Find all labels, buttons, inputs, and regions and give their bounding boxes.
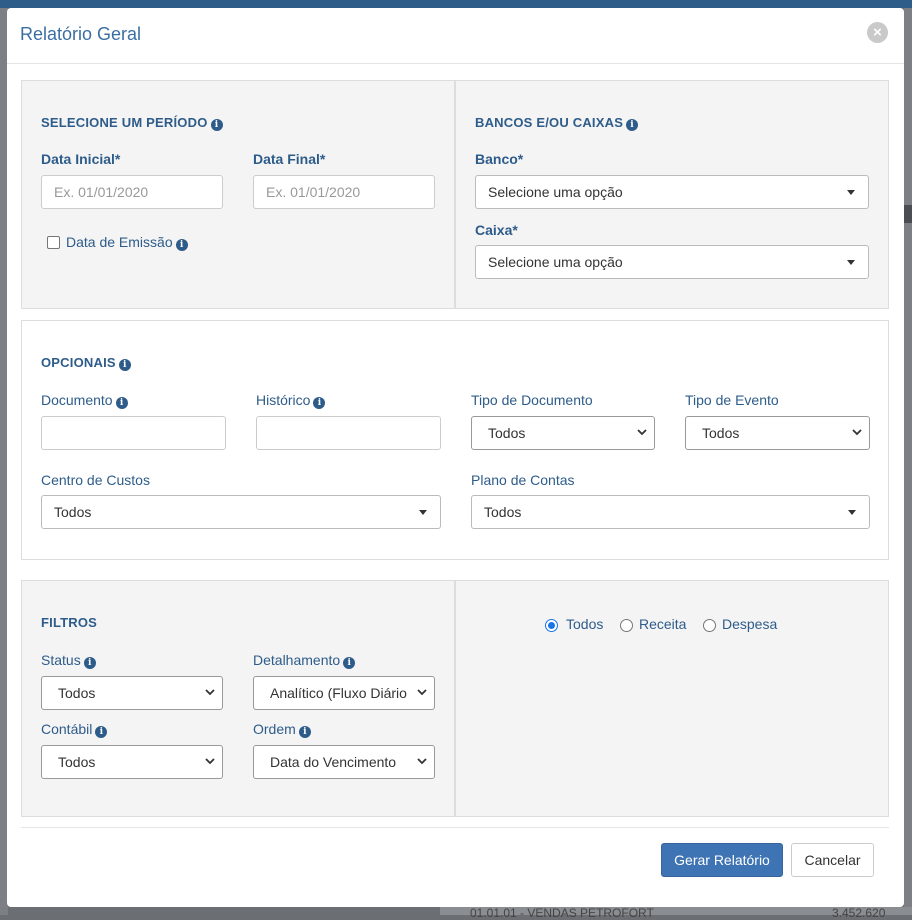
tipo-panel: Todos Receita Despesa — [455, 580, 889, 817]
caret-down-icon — [848, 510, 856, 515]
background-row-text: 01.01.01 - VENDAS PETROFORT — [470, 906, 654, 920]
tipo-documento-label: Tipo de Documento — [471, 392, 593, 408]
tipo-evento-select[interactable]: Todos — [685, 416, 870, 450]
chevron-down-icon — [417, 689, 427, 696]
background-topbar — [0, 0, 912, 8]
banco-label: Banco* — [475, 151, 524, 167]
centro-custos-select[interactable]: Todos — [41, 495, 441, 529]
periodo-panel: SELECIONE UM PERÍODOi Data Inicial* Data… — [21, 80, 455, 309]
detalhamento-select[interactable]: Analítico (Fluxo Diário — [253, 676, 435, 710]
bancos-panel: BANCOS E/OU CAIXAS i Banco* Selecione uma… — [455, 80, 889, 309]
data-inicial-label: Data Inicial* — [41, 151, 121, 167]
chevron-down-icon — [852, 429, 862, 436]
info-icon[interactable]: i — [118, 359, 131, 371]
plano-contas-select[interactable]: Todos — [471, 495, 870, 529]
data-emissao-checkbox[interactable] — [47, 236, 60, 249]
centro-custos-label: Centro de Custos — [41, 472, 150, 488]
caixa-select-value: Selecione uma opção — [488, 254, 623, 270]
radio-despesa-label[interactable]: Despesa — [722, 616, 777, 632]
background-row-value: 3.452.620 — [832, 906, 886, 920]
background-right-bar — [904, 205, 912, 223]
filtros-title: FILTROS — [41, 615, 98, 630]
banco-select-value: Selecione uma opção — [488, 184, 623, 200]
documento-label-text: Documento — [41, 392, 113, 408]
data-final-label: Data Final* — [253, 151, 326, 167]
periodo-title-text: SELECIONE UM PERÍODO — [41, 115, 208, 130]
radio-todos[interactable] — [545, 619, 558, 632]
bancos-title: BANCOS E/OU CAIXAS i — [475, 115, 639, 131]
contabil-label-text: Contábil — [41, 721, 93, 737]
caixa-select[interactable]: Selecione uma opção — [475, 245, 869, 279]
data-emissao-label-text: Data de Emissão — [66, 234, 173, 250]
status-select[interactable]: Todos — [41, 676, 223, 710]
documento-input[interactable] — [41, 416, 226, 450]
opcionais-panel: OPCIONAIS i Documento i Histórico i Tipo de… — [21, 320, 889, 560]
chevron-down-icon — [637, 429, 647, 436]
historico-input[interactable] — [256, 416, 441, 450]
plano-contas-label: Plano de Contas — [471, 472, 575, 488]
opcionais-title-text: OPCIONAIS — [41, 355, 116, 370]
ordem-label: Ordem i — [253, 721, 311, 738]
caret-down-icon — [847, 260, 855, 265]
chevron-down-icon — [205, 758, 215, 765]
info-icon[interactable]: i — [210, 119, 223, 131]
info-icon[interactable]: i — [343, 657, 356, 669]
chevron-down-icon — [417, 758, 427, 765]
cancelar-button[interactable]: Cancelar — [791, 843, 874, 877]
banco-select[interactable]: Selecione uma opção — [475, 175, 869, 209]
bancos-title-text: BANCOS E/OU CAIXAS — [475, 115, 624, 130]
status-label-text: Status — [41, 652, 81, 668]
contabil-select[interactable]: Todos — [41, 745, 223, 779]
modal-title: Relatório Geral — [20, 24, 142, 44]
info-icon[interactable]: i — [115, 397, 128, 409]
modal-header: Relatório Geral × — [7, 8, 904, 64]
close-icon[interactable]: × — [867, 22, 888, 43]
caixa-label: Caixa* — [475, 222, 518, 238]
data-emissao-label[interactable]: Data de Emissão i — [66, 234, 188, 251]
info-icon[interactable]: i — [83, 657, 96, 669]
detalhamento-value: Analítico (Fluxo Diário — [270, 685, 407, 701]
relatorio-modal: Relatório Geral × SELECIONE UM PERÍODO i … — [7, 8, 904, 907]
radio-despesa[interactable] — [703, 619, 716, 632]
info-icon[interactable]: i — [95, 726, 108, 738]
radio-receita-label[interactable]: Receita — [639, 616, 686, 632]
historico-label-text: Histórico — [256, 392, 311, 408]
radio-receita[interactable] — [620, 619, 633, 632]
radio-todos-label[interactable]: Todos — [566, 616, 603, 632]
status-value: Todos — [58, 685, 96, 701]
tipo-evento-value: Todos — [702, 425, 740, 441]
tipo-documento-value: Todos — [488, 425, 526, 441]
tipo-documento-select[interactable]: Todos — [471, 416, 655, 450]
detalhamento-label: Detalhamento i — [253, 652, 356, 669]
info-icon[interactable]: i — [298, 726, 311, 738]
plano-contas-value: Todos — [484, 504, 522, 520]
periodo-title: SELECIONE UM PERÍODO i — [41, 115, 223, 131]
caret-down-icon — [847, 190, 855, 195]
data-inicial-input[interactable] — [41, 175, 223, 209]
info-icon[interactable]: i — [313, 397, 326, 409]
caret-down-icon — [419, 510, 427, 515]
detalhamento-label-text: Detalhamento — [253, 652, 341, 668]
documento-label: Documento i — [41, 392, 128, 409]
background-edge-right — [904, 8, 912, 915]
contabil-value: Todos — [58, 754, 96, 770]
tipo-evento-label: Tipo de Evento — [685, 392, 779, 408]
ordem-select[interactable]: Data do Vencimento — [253, 745, 435, 779]
info-icon[interactable]: i — [175, 239, 188, 251]
footer-divider — [21, 827, 889, 828]
gerar-relatorio-button[interactable]: Gerar Relatório — [661, 843, 783, 877]
ordem-value: Data do Vencimento — [270, 754, 397, 770]
info-icon[interactable]: i — [626, 119, 639, 131]
chevron-down-icon — [205, 689, 215, 696]
ordem-label-text: Ordem — [253, 721, 296, 737]
opcionais-title: OPCIONAIS i — [41, 355, 131, 371]
contabil-label: Contábil i — [41, 721, 108, 738]
filtros-panel: FILTROS Status i Todos Detalhamento i Anal… — [21, 580, 455, 817]
status-label: Status i — [41, 652, 96, 669]
centro-custos-value: Todos — [54, 504, 92, 520]
data-final-input[interactable] — [253, 175, 435, 209]
historico-label: Histórico i — [256, 392, 326, 409]
